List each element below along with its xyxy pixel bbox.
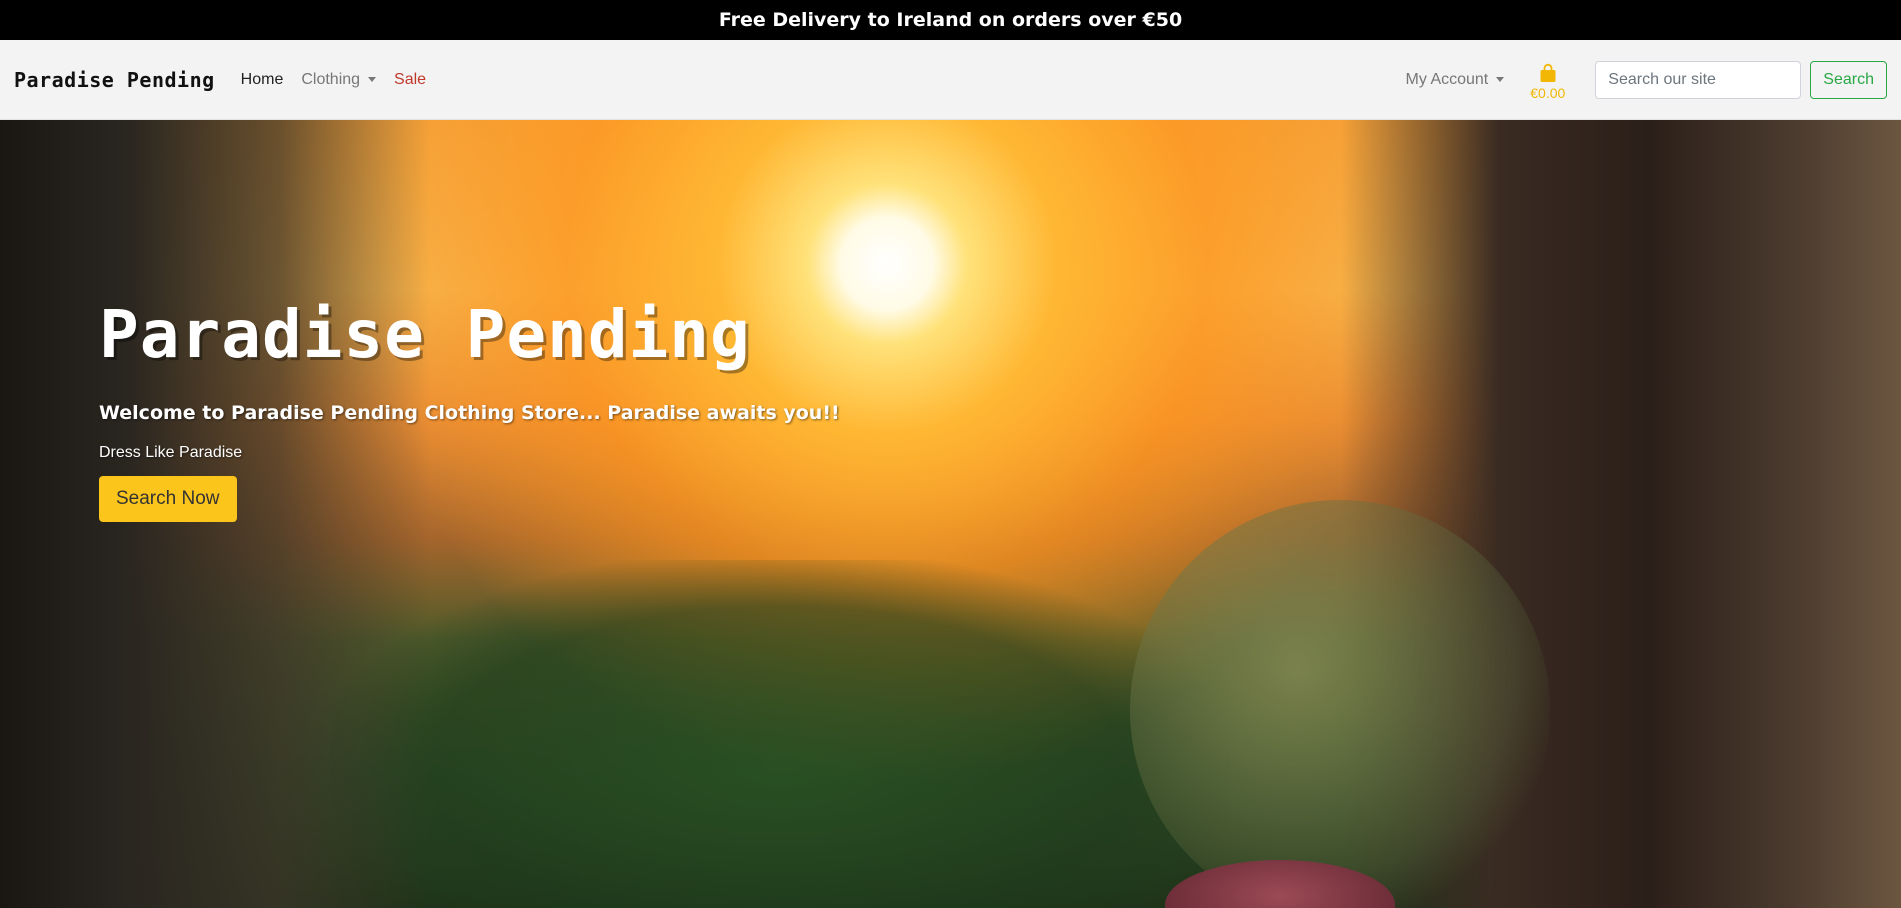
hero-welcome-text: Welcome to Paradise Pending Clothing Sto… xyxy=(99,402,840,424)
hero-banner: Paradise Pending Welcome to Paradise Pen… xyxy=(0,120,1901,908)
hero-content: Paradise Pending Welcome to Paradise Pen… xyxy=(99,302,840,522)
caret-down-icon xyxy=(1496,77,1505,82)
my-account-label: My Account xyxy=(1405,70,1489,88)
hero-tagline: Dress Like Paradise xyxy=(99,444,243,461)
nav-clothing-dropdown[interactable]: Clothing xyxy=(301,70,377,89)
nav-home-link[interactable]: Home xyxy=(241,71,284,89)
shopping-bag-icon xyxy=(1540,63,1556,82)
main-navbar: Paradise Pending Home Clothing Sale My A… xyxy=(0,40,1901,120)
my-account-dropdown[interactable]: My Account xyxy=(1406,71,1505,89)
promo-banner: Free Delivery to Ireland on orders over … xyxy=(0,0,1901,40)
caret-down-icon xyxy=(368,77,377,82)
nav-sale-link[interactable]: Sale xyxy=(394,71,426,89)
search-input[interactable] xyxy=(1595,60,1802,99)
nav-clothing-label: Clothing xyxy=(301,70,361,88)
cart-button[interactable]: €0.00 xyxy=(1530,63,1565,101)
search-button[interactable]: Search xyxy=(1810,60,1887,99)
hero-forest-shading xyxy=(330,560,1230,908)
hero-skin-shading xyxy=(1130,500,1550,908)
cart-total: €0.00 xyxy=(1530,84,1566,101)
brand-logo[interactable]: Paradise Pending xyxy=(14,68,215,92)
hero-title: Paradise Pending xyxy=(99,296,751,373)
promo-text: Free Delivery to Ireland on orders over … xyxy=(718,9,1183,31)
search-now-button[interactable]: Search Now xyxy=(99,476,237,522)
